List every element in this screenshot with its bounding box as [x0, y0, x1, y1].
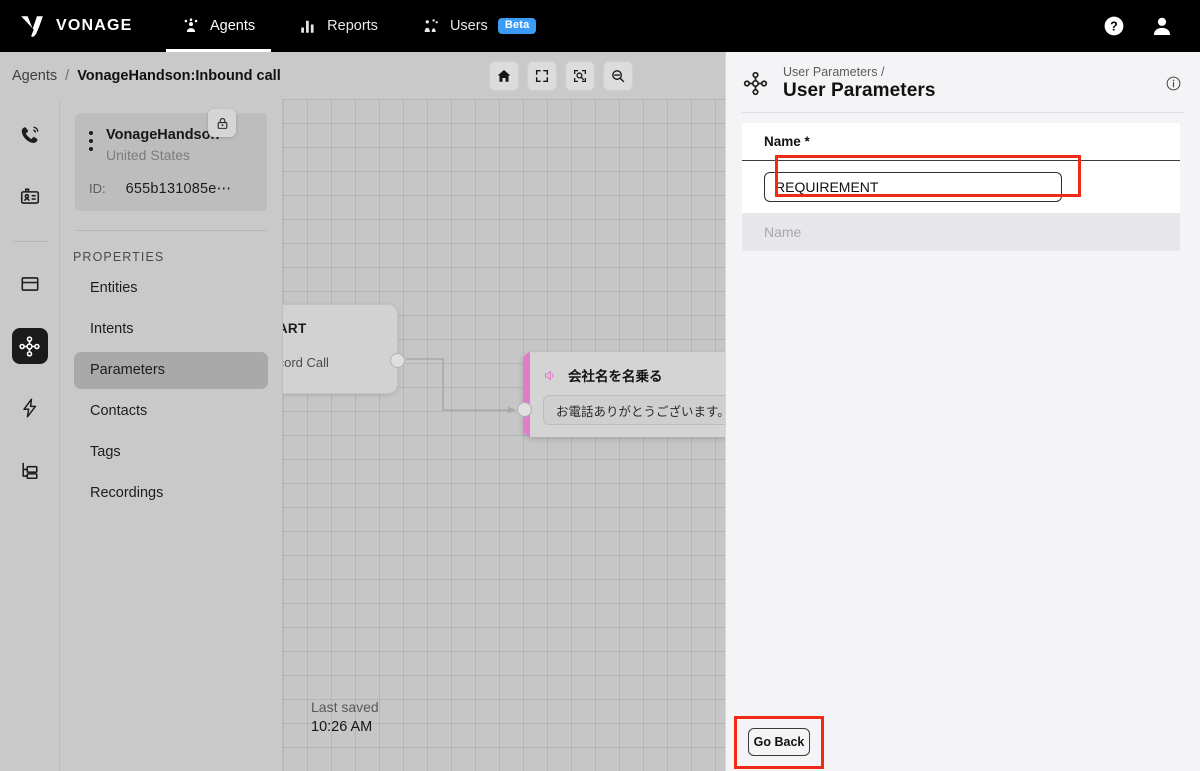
fit-screen-button[interactable]: [526, 60, 557, 91]
flow-node-speak-input-port[interactable]: [517, 402, 532, 417]
user-parameters-panel: User Parameters / User Parameters Name *…: [725, 52, 1200, 771]
flow-node-speak-header: 会社名を名乗る: [523, 352, 725, 385]
brand-logo-group[interactable]: VONAGE: [0, 13, 160, 39]
home-icon: [497, 69, 511, 82]
sidebar-item-actions[interactable]: [12, 390, 48, 426]
help-circle-icon[interactable]: ?: [1102, 14, 1126, 38]
sidebar-item-parameters[interactable]: [11, 328, 48, 364]
flow-node-speak-title: 会社名を名乗る: [568, 369, 663, 384]
flow-node-accent-bar: [523, 352, 530, 437]
brand-name: VONAGE: [56, 17, 133, 34]
parameters-table-header-name: Name *: [742, 123, 1180, 161]
flow-node-speak[interactable]: 会社名を名乗る お電話ありがとうございます。⋯: [523, 352, 725, 437]
user-parameters-titles: User Parameters / User Parameters: [783, 65, 1165, 102]
properties-item-parameters[interactable]: Parameters: [74, 351, 268, 389]
properties-item-tags[interactable]: Tags: [74, 434, 268, 471]
zoom-out-icon: [611, 69, 625, 82]
properties-item-recordings[interactable]: Recordings: [74, 475, 268, 512]
go-back-button[interactable]: Go Back: [748, 728, 810, 756]
properties-section-title: PROPERTIES: [73, 249, 165, 264]
rail-divider: [12, 241, 47, 242]
tab-reports[interactable]: Reports: [277, 0, 400, 52]
header-divider: [742, 112, 1184, 113]
nav-tabs: Agents Reports Users Beta: [160, 0, 558, 52]
top-navigation-bar: VONAGE Agents Reports Users Beta ?: [0, 0, 1200, 52]
zoom-to-fit-button[interactable]: [564, 60, 595, 91]
properties-panel: VonageHandson United States ID: 655b1310…: [60, 99, 283, 771]
user-parameters-breadcrumb: User Parameters /: [783, 65, 885, 79]
sidebar-item-contacts[interactable]: [12, 179, 48, 215]
agent-name: VonageHandson: [106, 127, 220, 143]
canvas-toolbar: [488, 60, 633, 91]
sidebar-item-panels[interactable]: [12, 266, 48, 302]
properties-item-intents[interactable]: Intents: [74, 311, 268, 348]
properties-item-entities[interactable]: Entities: [74, 270, 268, 307]
agent-id-label: ID:: [89, 180, 106, 196]
agents-icon: [184, 18, 198, 32]
breadcrumb: Agents / VonageHandson:Inbound call: [0, 68, 281, 84]
vonage-v-logo-icon: [21, 16, 43, 37]
properties-item-contacts[interactable]: Contacts: [74, 393, 268, 430]
app-root: VONAGE Agents Reports Users Beta ? Agent…: [0, 0, 1200, 771]
hierarchy-icon: [21, 462, 38, 480]
flow-canvas[interactable]: START Record Call 会社名を名乗る お電話ありがとうございます。…: [283, 99, 725, 771]
parameters-empty-row[interactable]: Name: [742, 213, 1180, 251]
status-badge-beta: Beta: [497, 18, 537, 34]
window-panel-icon: [21, 277, 38, 291]
breadcrumb-separator: /: [65, 67, 70, 84]
fit-screen-icon: [535, 69, 548, 82]
speaker-icon: [544, 370, 554, 380]
agent-id-row: ID: 655b131085e⋯: [89, 181, 253, 197]
agent-id-value: 655b131085e⋯: [125, 180, 232, 197]
tab-users[interactable]: Users Beta: [400, 0, 559, 52]
tab-reports-label: Reports: [327, 18, 378, 34]
breadcrumb-root[interactable]: Agents: [12, 68, 57, 84]
zoom-target-icon: [573, 69, 586, 82]
info-circle-icon[interactable]: [1165, 75, 1182, 92]
user-parameters-header: User Parameters / User Parameters: [726, 52, 1200, 102]
phone-ring-icon: [21, 126, 38, 143]
users-icon: [424, 19, 438, 32]
tab-agents[interactable]: Agents: [160, 0, 277, 52]
lock-canvas-button[interactable]: [208, 109, 236, 137]
node-hub-icon: [743, 71, 768, 96]
agent-country: United States: [106, 146, 191, 163]
left-icon-rail: [0, 99, 60, 771]
breadcrumb-current: VonageHandson:Inbound call: [77, 67, 281, 84]
svg-text:?: ?: [1110, 20, 1118, 34]
lock-icon: [217, 117, 227, 129]
page-title: User Parameters: [783, 80, 936, 101]
last-saved-status: Last saved 10:26 AM: [311, 697, 379, 738]
zoom-out-button[interactable]: [602, 60, 633, 91]
home-button[interactable]: [488, 60, 519, 91]
last-saved-time: 10:26 AM: [311, 719, 373, 736]
tab-agents-label: Agents: [210, 18, 256, 34]
bar-chart-icon: [301, 20, 314, 33]
sidebar-item-calls[interactable]: [12, 117, 48, 153]
nav-right-group: ?: [1102, 14, 1200, 38]
lightning-bolt-icon: [22, 398, 36, 418]
user-avatar-icon[interactable]: [1150, 14, 1174, 38]
flow-node-speak-message[interactable]: お電話ありがとうございます。⋯: [543, 395, 725, 425]
id-card-icon: [20, 188, 39, 204]
node-hub-icon: [19, 335, 40, 357]
agent-card: VonageHandson United States ID: 655b1310…: [75, 113, 267, 211]
table-row: [742, 161, 1180, 213]
parameter-name-input[interactable]: [764, 172, 1062, 202]
agent-identity: VonageHandson United States: [106, 126, 219, 166]
last-saved-label: Last saved: [311, 699, 379, 715]
parameters-table: Name * Name: [742, 123, 1180, 251]
sidebar-item-hierarchy[interactable]: [12, 452, 48, 488]
kebab-menu-icon[interactable]: [89, 126, 93, 151]
tab-users-label: Users: [449, 18, 488, 34]
